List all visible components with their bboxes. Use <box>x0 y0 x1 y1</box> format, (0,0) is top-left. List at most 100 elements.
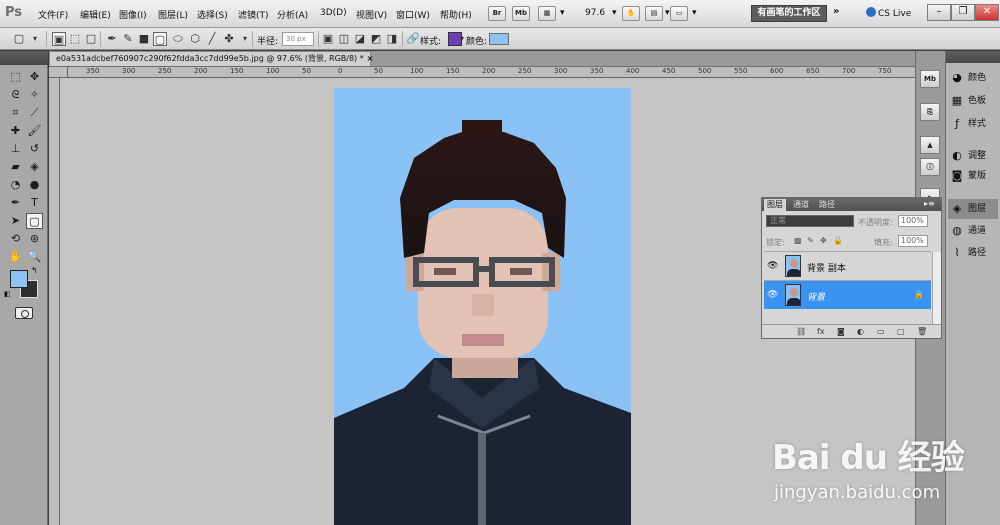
polygon-shape-icon[interactable]: ⬡ <box>188 32 202 46</box>
fill-input[interactable]: 100% <box>898 235 928 247</box>
new-layer-icon[interactable]: ▢ <box>897 327 905 336</box>
marquee-tool-icon[interactable]: ⬚ <box>7 69 24 85</box>
hand-tool-button[interactable]: ✋ <box>622 6 640 21</box>
quick-mask-button[interactable] <box>15 307 33 319</box>
color-panel-button[interactable]: ◕ 颜色 <box>948 68 998 88</box>
layer-row-selected[interactable]: 👁 背景 🔒 <box>764 280 931 309</box>
tab-paths[interactable]: 路径 <box>816 199 838 211</box>
menu-layer[interactable]: 图层(L) <box>158 8 188 21</box>
swatches-panel-button[interactable]: ▦ 色板 <box>948 91 998 111</box>
eyedropper-tool-icon[interactable]: ⟋ <box>26 105 43 121</box>
layers-panel-button[interactable]: ◈ 图层 <box>948 199 998 219</box>
geometry-options-dropdown-icon[interactable]: ▾ <box>238 32 252 46</box>
zoom-dropdown-icon[interactable]: ▾ <box>612 8 617 18</box>
menu-file[interactable]: 文件(F) <box>38 8 68 21</box>
info-panel-icon[interactable]: ⓘ <box>920 158 940 176</box>
blend-mode-select[interactable]: 正常 <box>766 215 854 227</box>
lasso-tool-icon[interactable]: ᘓ <box>7 87 24 103</box>
panel-group-grip[interactable] <box>946 51 1000 63</box>
paths-mode-icon[interactable]: ⬚ <box>68 32 82 46</box>
channels-panel-button[interactable]: ◍ 通道 <box>948 221 998 241</box>
screen-mode-button[interactable]: ▭ <box>670 6 688 21</box>
rounded-rectangle-shape-icon[interactable]: ▢ <box>153 32 167 46</box>
tools-panel-grip[interactable] <box>0 51 48 65</box>
tab-layers[interactable]: 图层 <box>764 199 786 211</box>
zoom-tool-icon[interactable]: 🔍 <box>26 249 43 265</box>
pen-icon[interactable]: ✒ <box>105 32 119 46</box>
menu-3d[interactable]: 3D(D) <box>320 8 347 18</box>
paths-panel-button[interactable]: ⌇ 路径 <box>948 243 998 263</box>
screen-mode-dropdown-icon[interactable]: ▾ <box>692 8 697 18</box>
radius-input[interactable]: 30 px <box>282 32 314 46</box>
eraser-tool-icon[interactable]: ▰ <box>7 159 24 175</box>
new-group-icon[interactable]: ▭ <box>877 327 885 336</box>
ruler-origin[interactable] <box>49 67 68 78</box>
minimize-button[interactable]: – <box>927 4 951 21</box>
opacity-input[interactable]: 100% <box>898 215 928 227</box>
history-panel-icon[interactable]: ⎘ <box>920 103 940 121</box>
add-mask-icon[interactable]: ◙ <box>837 327 845 336</box>
exclude-shape-icon[interactable]: ◨ <box>385 32 399 46</box>
arrange-documents-button[interactable]: ▤ <box>645 6 663 21</box>
menu-select[interactable]: 选择(S) <box>197 8 228 21</box>
crop-tool-icon[interactable]: ⌗ <box>7 105 24 121</box>
panel-menu-icon[interactable]: ▸≡ <box>924 199 935 208</box>
zoom-level[interactable]: 97.6 <box>585 8 605 18</box>
menu-filter[interactable]: 滤镜(T) <box>238 8 269 21</box>
id-photo-canvas[interactable] <box>334 88 631 525</box>
restore-button[interactable]: ❐ <box>951 4 975 21</box>
custom-shape-icon[interactable]: ✤ <box>222 32 236 46</box>
view-extras-dropdown-icon[interactable]: ▾ <box>560 8 565 18</box>
menu-window[interactable]: 窗口(W) <box>396 8 430 21</box>
add-to-shape-icon[interactable]: ◫ <box>337 32 351 46</box>
menu-help[interactable]: 帮助(H) <box>440 8 472 21</box>
styles-panel-button[interactable]: ƒ 样式 <box>948 114 998 134</box>
layers-panel-header[interactable]: 图层 通道 路径 ▸≡ <box>762 198 941 211</box>
rounded-rectangle-tool-icon[interactable]: ▢ <box>26 213 43 229</box>
brush-tool-icon[interactable]: 🖌 <box>26 123 43 139</box>
view-extras-button[interactable]: ▦ <box>538 6 556 21</box>
visibility-eye-icon[interactable]: 👁 <box>767 290 778 300</box>
document-tab[interactable]: e0a531adcbef760907c290f62fdda3cc7dd99e5b… <box>49 51 374 66</box>
swap-colors-icon[interactable]: ↰ <box>31 266 38 275</box>
fill-pixels-icon[interactable]: □ <box>84 32 98 46</box>
layers-scrollbar[interactable] <box>932 252 941 324</box>
bridge-button[interactable]: Br <box>488 6 506 21</box>
healing-brush-tool-icon[interactable]: ✚ <box>7 123 24 139</box>
ellipse-shape-icon[interactable]: ⬭ <box>171 32 185 46</box>
menu-view[interactable]: 视图(V) <box>356 8 387 21</box>
adjustments-panel-button[interactable]: ◐ 调整 <box>948 146 998 166</box>
close-window-button[interactable]: ✕ <box>975 4 999 21</box>
new-shape-layer-icon[interactable]: ▣ <box>321 32 335 46</box>
link-layers-icon[interactable]: ⛓ <box>796 327 806 336</box>
workspace-button[interactable]: 有画笔的工作区 <box>751 5 827 22</box>
cs-live-button[interactable]: CS Live <box>866 7 911 19</box>
rectangle-shape-icon[interactable]: ■ <box>137 32 151 46</box>
menu-image[interactable]: 图像(I) <box>119 8 147 21</box>
menu-edit[interactable]: 编辑(E) <box>80 8 111 21</box>
clone-stamp-tool-icon[interactable]: ⊥ <box>7 141 24 157</box>
lock-transparent-icon[interactable]: ▩ <box>794 236 802 245</box>
dodge-tool-icon[interactable]: ● <box>26 177 43 193</box>
lock-position-icon[interactable]: ✥ <box>820 236 827 245</box>
navigator-panel-icon[interactable]: ▲ <box>920 136 940 154</box>
freeform-pen-icon[interactable]: ✎ <box>121 32 135 46</box>
link-layer-style-icon[interactable]: 🔗 <box>406 32 420 46</box>
move-tool-icon[interactable]: ✥ <box>26 69 43 85</box>
tab-channels[interactable]: 通道 <box>790 199 812 211</box>
arrange-dropdown-icon[interactable]: ▾ <box>665 8 670 18</box>
hand-tool-icon[interactable]: ✋ <box>7 249 24 265</box>
menu-analysis[interactable]: 分析(A) <box>277 8 308 21</box>
intersect-shape-icon[interactable]: ◩ <box>369 32 383 46</box>
lock-all-icon[interactable]: 🔒 <box>833 236 843 245</box>
type-tool-icon[interactable]: T <box>26 195 43 211</box>
paint-bucket-tool-icon[interactable]: ◈ <box>26 159 43 175</box>
visibility-eye-icon[interactable]: 👁 <box>767 261 778 271</box>
new-adjustment-layer-icon[interactable]: ◐ <box>857 327 864 336</box>
path-selection-tool-icon[interactable]: ➤ <box>7 213 24 229</box>
mini-bridge-button[interactable]: Mb <box>512 6 530 21</box>
foreground-color-swatch[interactable] <box>10 270 28 288</box>
tool-preset-icon[interactable]: ▢ <box>12 32 26 46</box>
close-document-icon[interactable]: × <box>367 54 374 63</box>
lock-image-icon[interactable]: ✎ <box>807 236 814 245</box>
